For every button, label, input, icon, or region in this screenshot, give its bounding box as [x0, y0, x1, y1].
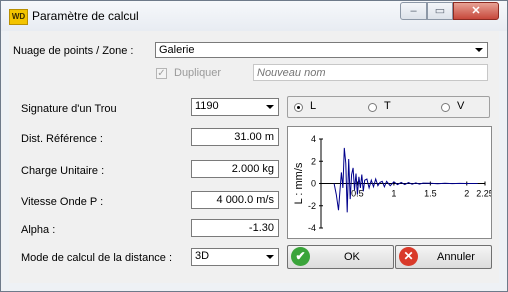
signature-value: 1190 — [195, 100, 219, 112]
y-tick-label: -2 — [308, 201, 316, 211]
charge-label: Charge Unitaire : — [21, 165, 105, 177]
series-line — [333, 147, 478, 213]
cancel-label: Annuler — [437, 251, 475, 263]
zone-label: Nuage de points / Zone : — [13, 45, 134, 57]
chevron-down-icon[interactable] — [263, 101, 277, 113]
x-tick-label: 1 — [391, 189, 396, 199]
mode-label: Mode de calcul de la distance : — [21, 252, 173, 264]
window-title: Paramètre de calcul — [32, 9, 139, 23]
radio-t-label: T — [384, 100, 391, 112]
minimize-button[interactable]: – — [400, 2, 427, 20]
zone-select[interactable]: Galerie — [155, 42, 488, 58]
dialog-window: WD Paramètre de calcul – ▭ ✕ Nuage de po… — [0, 0, 508, 292]
close-button[interactable]: ✕ — [453, 2, 499, 20]
new-name-input[interactable] — [253, 64, 488, 81]
charge-input[interactable]: 2.000 kg — [191, 160, 279, 178]
vitesse-label: Vitesse Onde P : — [21, 196, 104, 208]
signature-label: Signature d'un Trou — [21, 103, 117, 115]
window-bottom-edge — [1, 283, 507, 291]
y-tick-label: 2 — [311, 156, 316, 166]
y-tick-label: 4 — [311, 134, 316, 144]
radio-l-label: L — [310, 100, 317, 112]
radio-v[interactable] — [441, 103, 450, 112]
radio-t[interactable] — [368, 103, 377, 112]
reference-input[interactable]: 31.00 m — [191, 128, 279, 146]
y-tick-label: 0 — [311, 179, 316, 189]
mode-select[interactable]: 3D — [191, 248, 279, 266]
signature-select[interactable]: 1190 — [191, 98, 279, 116]
app-logo-icon: WD — [9, 9, 28, 25]
y-tick-label: -4 — [308, 223, 316, 233]
reference-value: 31.00 m — [234, 131, 274, 143]
chevron-down-icon[interactable] — [263, 251, 277, 263]
cancel-icon: ✕ — [399, 247, 418, 266]
x-tick-label: 2 — [464, 189, 469, 199]
charge-value: 2.000 kg — [231, 163, 274, 175]
vitesse-input[interactable]: 4 000.0 m/s — [191, 191, 279, 209]
checkmark-icon: ✔ — [291, 247, 310, 266]
alpha-input[interactable]: -1.30 — [191, 219, 279, 237]
radio-v-label: V — [457, 100, 465, 112]
zone-value: Galerie — [159, 44, 195, 56]
duplicate-checkbox[interactable]: ✓ — [156, 68, 167, 79]
duplicate-label: Dupliquer — [174, 67, 222, 79]
ok-label: OK — [344, 251, 360, 263]
maximize-button[interactable]: ▭ — [427, 2, 453, 20]
signature-chart: 420-2-40.511.522.25L : mm/s — [287, 126, 494, 239]
new-name-field[interactable] — [254, 65, 487, 80]
cancel-button[interactable]: ✕ Annuler — [395, 245, 492, 269]
y-axis-label: L : mm/s — [293, 162, 305, 204]
alpha-value: -1.30 — [248, 222, 274, 234]
reference-label: Dist. Référence : — [21, 133, 103, 145]
axis-radio-group: L T V — [287, 96, 490, 118]
x-tick-label: 2.25 — [476, 189, 491, 199]
x-tick-label: 1.5 — [424, 189, 437, 199]
title-bar: WD Paramètre de calcul – ▭ ✕ — [1, 1, 507, 31]
vitesse-value: 4 000.0 m/s — [216, 194, 274, 206]
mode-value: 3D — [195, 250, 210, 262]
ok-button[interactable]: ✔ OK — [287, 245, 394, 269]
dialog-content: Nuage de points / Zone : Galerie ✓ Dupli… — [9, 31, 499, 283]
radio-l[interactable] — [294, 103, 303, 112]
chevron-down-icon[interactable] — [472, 44, 486, 56]
alpha-label: Alpha : — [21, 224, 56, 236]
chart-svg: 420-2-40.511.522.25L : mm/s — [293, 134, 494, 233]
